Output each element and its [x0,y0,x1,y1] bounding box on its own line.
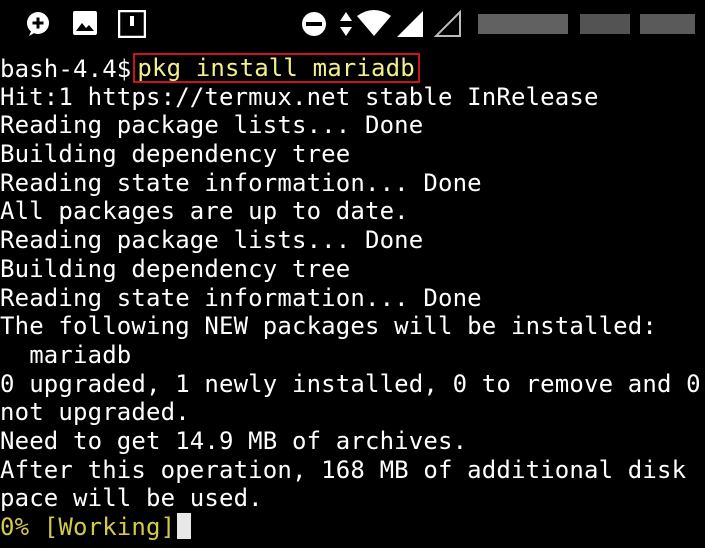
output-line: Building dependency tree [0,254,351,283]
output-line: Reading package lists... Done [0,111,424,140]
output-line: 0 upgraded, 1 newly installed, 0 to remo… [0,369,701,398]
obscured-region [478,14,568,34]
output-line: Need to get 14.9 MB of archives. [0,426,468,455]
terminal-cursor [177,513,192,539]
output-line: Reading package lists... Done [0,226,424,255]
output-line: Reading state information... Done [0,168,482,197]
progress-line: 0% [Working] [0,513,705,542]
output-line: The following NEW packages will be insta… [0,312,657,341]
flipboard-icon [118,10,146,38]
dnd-icon [300,10,328,38]
obscured-region [640,14,695,34]
command-highlight: pkg install mariadb [133,53,420,83]
gallery-icon [72,10,98,38]
prompt-line: bash-4.4$ pkg install mariadb [0,53,705,83]
output-line: pace will be used. [0,484,263,513]
obscured-region [580,14,630,34]
progress-status: 0% [Working] [0,513,176,541]
shell-prompt: bash-4.4$ [0,55,132,83]
signal-icon [396,10,424,38]
output-line: Building dependency tree [0,140,351,169]
output-line: Hit:1 https://termux.net stable InReleas… [0,82,599,111]
status-bar [0,0,705,48]
output-line: not upgraded. [0,398,190,427]
wifi-icon [356,10,392,38]
output-line: All packages are up to date. [0,197,409,226]
terminal-output[interactable]: bash-4.4$ pkg install mariadb Hit:1 https… [0,53,705,542]
output-line: Reading state information... Done [0,283,482,312]
output-line: mariadb [0,340,132,369]
whatsapp-icon [24,10,52,38]
data-transfer-icon [338,10,354,38]
output-line: After this operation, 168 MB of addition… [0,455,687,484]
signal-empty-icon [434,10,462,38]
